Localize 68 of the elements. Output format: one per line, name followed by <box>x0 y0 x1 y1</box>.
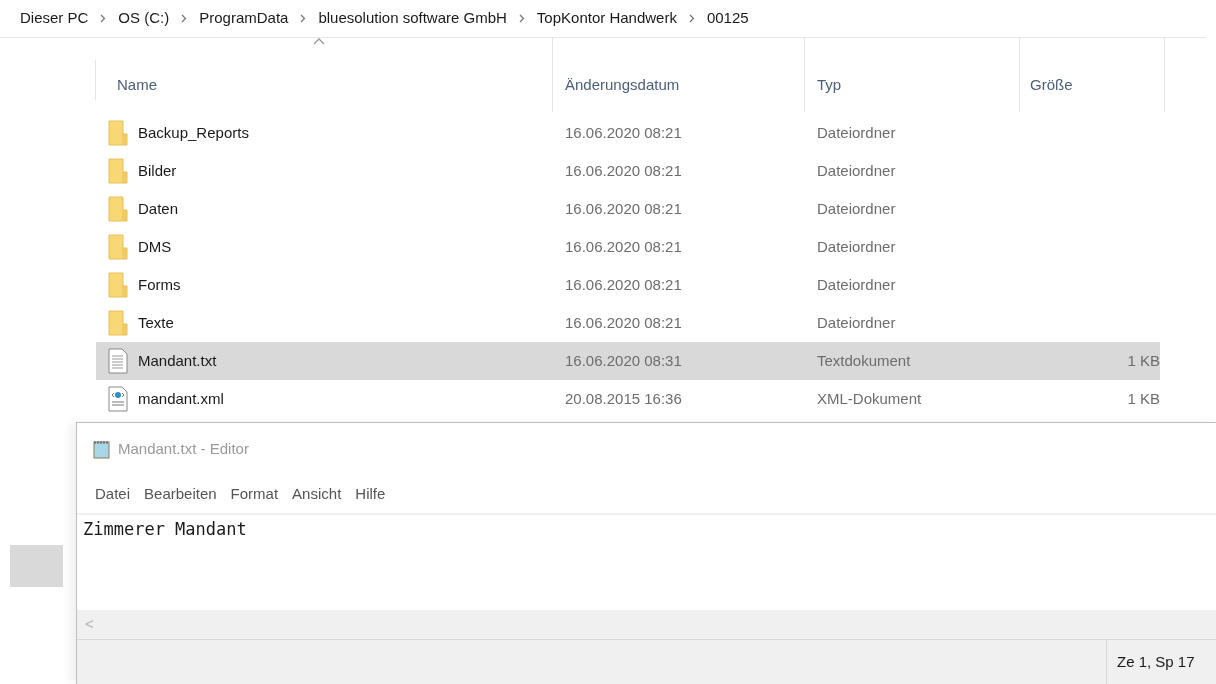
window-title: Mandant.txt - Editor <box>118 438 249 459</box>
status-text: Ze 1, Sp 17 <box>1117 651 1195 672</box>
file-row[interactable]: Daten 16.06.2020 08:21 Dateiordner <box>96 190 1160 228</box>
date-cell: 20.08.2015 16:36 <box>565 389 682 407</box>
file-name: Forms <box>138 274 181 295</box>
column-header[interactable]: Größe <box>1030 73 1073 96</box>
folder-icon <box>108 234 128 260</box>
menu-item[interactable]: Ansicht <box>286 482 348 506</box>
column-header[interactable]: Name <box>117 73 157 96</box>
type-cell: Dateiordner <box>817 161 896 179</box>
size-cell: 1 KB <box>1127 351 1160 369</box>
file-name: Mandant.txt <box>138 350 217 371</box>
date-cell: 16.06.2020 08:21 <box>565 313 682 331</box>
file-row[interactable]: Bilder 16.06.2020 08:21 Dateiordner <box>96 152 1160 190</box>
date-cell: 16.06.2020 08:21 <box>565 123 682 141</box>
file-name: mandant.xml <box>138 388 224 409</box>
breadcrumb-item[interactable]: Dieser PC <box>20 7 89 30</box>
file-row[interactable]: Texte 16.06.2020 08:21 Dateiordner <box>96 304 1160 342</box>
date-cell: 16.06.2020 08:21 <box>565 275 682 293</box>
file-name: Texte <box>138 312 174 333</box>
folder-icon <box>108 196 128 222</box>
folder-icon <box>108 158 128 184</box>
type-cell: Dateiordner <box>817 123 896 141</box>
file-name: DMS <box>138 236 172 257</box>
menu-item[interactable]: Bearbeiten <box>138 482 223 506</box>
chevron-icon <box>100 14 107 23</box>
menu-item[interactable]: Hilfe <box>349 482 392 506</box>
column-header[interactable]: Änderungsdatum <box>565 73 680 96</box>
file-row[interactable]: Forms 16.06.2020 08:21 Dateiordner <box>96 266 1160 304</box>
file-name: Bilder <box>138 160 177 181</box>
column-header[interactable]: Typ <box>817 73 842 96</box>
breadcrumb-item[interactable]: TopKontor Handwerk <box>536 7 677 30</box>
folder-icon <box>108 272 128 298</box>
menu-item[interactable]: Format <box>224 482 285 506</box>
chevron-icon <box>688 14 695 23</box>
date-cell: 16.06.2020 08:31 <box>565 351 682 369</box>
nav-item-highlight <box>10 545 63 587</box>
breadcrumb-item[interactable]: OS (C:) <box>118 7 170 30</box>
type-cell: XML-Dokument <box>817 389 922 407</box>
file-name: Daten <box>138 198 179 219</box>
file-row[interactable]: Backup_Reports 16.06.2020 08:21 Dateiordner <box>96 114 1160 152</box>
date-cell: 16.06.2020 08:21 <box>565 199 682 217</box>
type-cell: Dateiordner <box>817 237 896 255</box>
date-cell: 16.06.2020 08:21 <box>565 237 682 255</box>
type-cell: Dateiordner <box>817 313 896 331</box>
notepad-icon <box>92 439 112 459</box>
type-cell: Dateiordner <box>817 199 896 217</box>
type-cell: Dateiordner <box>817 275 896 293</box>
text-area[interactable]: Zimmerer Mandant <box>77 515 1216 610</box>
file-row[interactable]: mandant.xml 20.08.2015 16:36 XML-Dokument 1 KB <box>96 380 1160 418</box>
file-row[interactable]: Mandant.txt 16.06.2020 08:31 Textdokument 1 KB <box>96 342 1160 380</box>
folder-icon <box>108 310 128 336</box>
document-icon <box>108 348 128 374</box>
chevron-icon <box>300 14 307 23</box>
breadcrumb-item[interactable]: ProgramData <box>199 7 289 30</box>
chevron-icon <box>181 14 188 23</box>
date-cell: 16.06.2020 08:21 <box>565 161 682 179</box>
file-row[interactable]: DMS 16.06.2020 08:21 Dateiordner <box>96 228 1160 266</box>
breadcrumb-item[interactable]: bluesolution software GmbH <box>318 7 507 30</box>
file-name: Backup_Reports <box>138 122 249 143</box>
sort-up-icon <box>313 38 325 45</box>
chevron-icon <box>518 14 525 23</box>
xml-file-icon <box>108 386 128 412</box>
size-cell: 1 KB <box>1127 389 1160 407</box>
breadcrumb-item[interactable]: 00125 <box>706 7 749 30</box>
type-cell: Textdokument <box>817 351 911 369</box>
menu-item[interactable]: Datei <box>89 482 137 506</box>
folder-icon <box>108 120 128 146</box>
